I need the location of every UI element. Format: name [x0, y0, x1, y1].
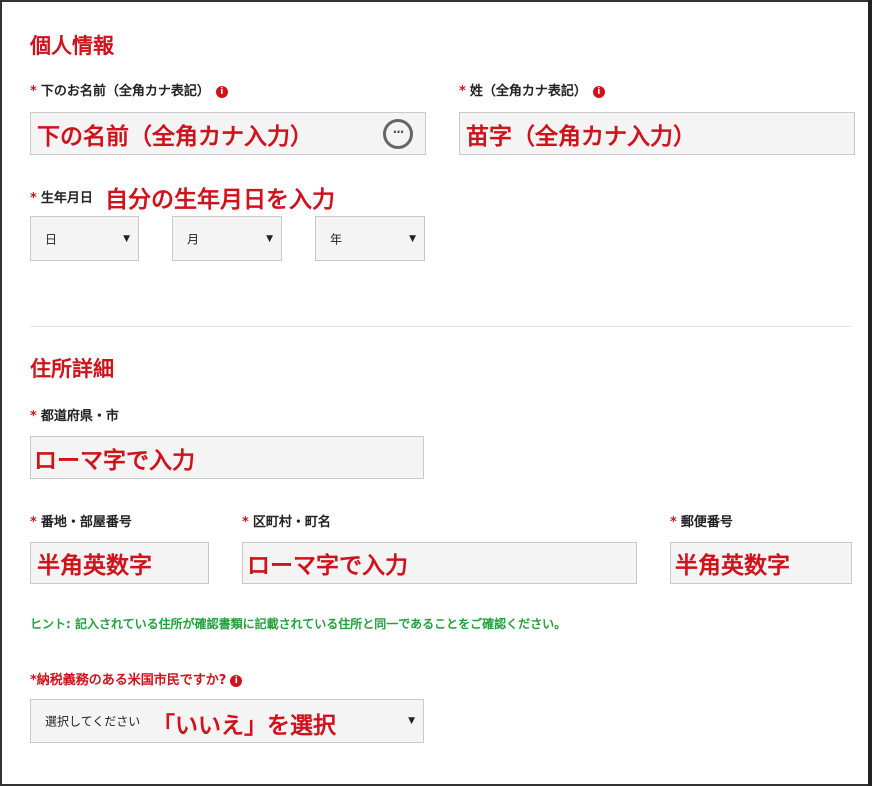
prefecture-label: * 都道府県・市 [30, 405, 119, 424]
dob-day-value: 日 [45, 232, 58, 246]
tax-label-text: *納税義務のある米国市民ですか? [30, 673, 227, 688]
dob-year-value: 年 [330, 232, 343, 246]
postal-label: * 郵便番号 [670, 511, 733, 530]
dob-year-select[interactable]: 年 ▼ [315, 216, 425, 261]
dob-month-select[interactable]: 月 ▼ [172, 216, 282, 261]
required-mark: * [242, 515, 249, 530]
first-name-value: 下の名前（全角カナ入力） [37, 123, 313, 150]
last-name-value: 苗字（全角カナ入力） [466, 123, 696, 150]
dob-label: * 生年月日 [30, 187, 93, 206]
postal-input[interactable]: 半角英数字 [670, 542, 852, 584]
required-mark: * [30, 191, 37, 206]
street-label-text: 番地・部屋番号 [40, 515, 132, 530]
section-divider [30, 326, 852, 327]
town-label-text: 区町村・町名 [252, 515, 331, 530]
first-name-label: * 下のお名前（全角カナ表記） i [30, 80, 228, 99]
town-label: * 区町村・町名 [242, 511, 331, 530]
required-mark: * [670, 515, 677, 530]
info-icon[interactable]: i [215, 85, 228, 98]
last-name-label-text: 姓（全角カナ表記） [469, 84, 587, 99]
password-manager-icon[interactable] [383, 118, 413, 149]
street-label: * 番地・部屋番号 [30, 511, 132, 530]
last-name-label: * 姓（全角カナ表記） i [459, 80, 605, 99]
street-input[interactable]: 半角英数字 [30, 542, 209, 584]
required-mark: * [30, 409, 37, 424]
required-mark: * [30, 515, 37, 530]
info-icon[interactable]: i [592, 85, 605, 98]
dob-label-text: 生年月日 [40, 191, 93, 206]
last-name-input[interactable]: 苗字（全角カナ入力） [459, 112, 855, 155]
dob-annotation: 自分の生年月日を入力 [105, 187, 335, 213]
scrollbar-edge [868, 0, 872, 786]
dob-month-value: 月 [187, 232, 200, 246]
town-input[interactable]: ローマ字で入力 [242, 542, 637, 584]
postal-label-text: 郵便番号 [680, 515, 733, 530]
chevron-down-icon: ▼ [408, 716, 415, 726]
chevron-down-icon: ▼ [123, 233, 130, 244]
tax-annotation: 「いいえ」を選択 [152, 713, 336, 739]
info-icon[interactable]: i [230, 674, 243, 687]
section-title-address: 住所詳細 [30, 357, 114, 381]
required-mark: * [459, 84, 466, 99]
chevron-down-icon: ▼ [266, 233, 273, 244]
town-value: ローマ字で入力 [247, 553, 408, 579]
address-hint: ヒント: 記入されている住所が確認書類に記載されている住所と同一であることをご確… [30, 617, 567, 631]
tax-label: *納税義務のある米国市民ですか? i [30, 669, 243, 688]
first-name-label-text: 下のお名前（全角カナ表記） [40, 84, 210, 99]
required-mark: * [30, 84, 37, 99]
postal-value: 半角英数字 [675, 553, 790, 579]
prefecture-value: ローマ字で入力 [34, 447, 195, 474]
chevron-down-icon: ▼ [409, 233, 416, 244]
tax-select-value: 選択してください [45, 714, 141, 729]
prefecture-input[interactable]: ローマ字で入力 [30, 436, 424, 479]
street-value: 半角英数字 [37, 553, 152, 579]
dob-day-select[interactable]: 日 ▼ [30, 216, 139, 261]
prefecture-label-text: 都道府県・市 [40, 409, 119, 424]
first-name-input[interactable]: 下の名前（全角カナ入力） [30, 112, 426, 155]
section-title-personal: 個人情報 [30, 34, 114, 58]
